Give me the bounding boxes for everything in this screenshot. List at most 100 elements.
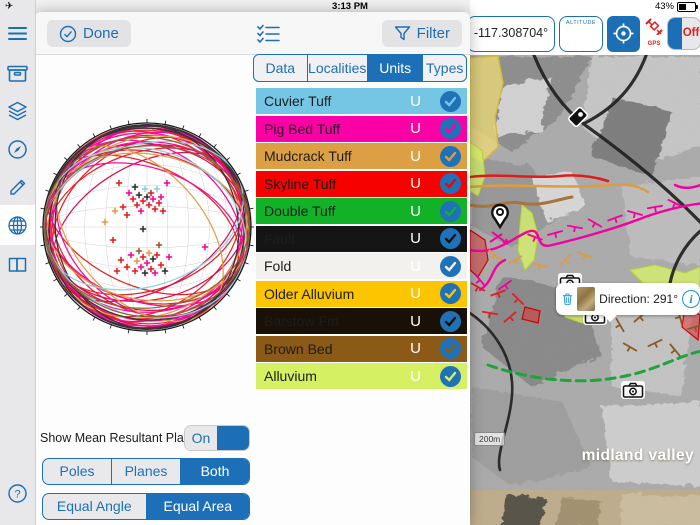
tab-data[interactable]: Data (254, 55, 308, 81)
unit-checkbox[interactable] (440, 173, 461, 194)
toggle-on-label: On (185, 426, 217, 450)
unit-label: Double Tuff (264, 203, 335, 219)
unit-type-badge: U (410, 148, 421, 165)
unit-row[interactable]: Mudcrack Tuff U (256, 143, 467, 169)
menu-icon[interactable] (6, 22, 29, 45)
panel-header: Done Filter (35, 12, 470, 55)
plot-mode-segment: PolesPlanesBoth (42, 458, 250, 485)
archive-box-icon[interactable] (6, 62, 29, 85)
unit-label: Fault (264, 231, 295, 247)
projection-equal-area[interactable]: Equal Area (147, 494, 250, 519)
funnel-icon (394, 25, 411, 42)
unit-row[interactable]: Skyline Tuff U (256, 171, 467, 197)
unit-row[interactable]: Alluvium U (256, 363, 467, 389)
globe-icon[interactable] (6, 214, 29, 237)
unit-label: Older Alluvium (264, 286, 354, 302)
scale-bar: 200m (474, 432, 505, 446)
notebook-icon[interactable] (6, 253, 29, 276)
gps-toggle-state: Off (682, 18, 700, 49)
compass-icon[interactable] (6, 138, 29, 161)
map-watermark: midland valley (582, 447, 694, 465)
help-icon[interactable]: ? (6, 482, 29, 505)
check-circle-icon (59, 25, 77, 43)
unit-row[interactable]: Pig Bed TuffU (256, 116, 467, 142)
unit-row[interactable]: Brown BedU (256, 336, 467, 362)
satellite-icon (645, 17, 664, 35)
unit-checkbox[interactable] (440, 228, 461, 249)
done-button[interactable]: Done (47, 20, 131, 47)
unit-label: Barstow Fm (264, 313, 339, 329)
longitude-readout[interactable]: -117.308704° (467, 16, 555, 52)
unit-type-badge: U (410, 203, 421, 220)
unit-label: Alluvium (264, 368, 317, 384)
plot-mode-poles[interactable]: Poles (43, 459, 112, 484)
info-icon[interactable]: i (682, 290, 700, 308)
unit-type-badge: U (410, 313, 421, 330)
unit-checkbox[interactable] (440, 366, 461, 387)
trash-icon[interactable] (562, 289, 573, 309)
app-screen: ? (0, 0, 700, 525)
unit-label: Brown Bed (264, 341, 332, 357)
center-location-button[interactable] (607, 16, 640, 52)
altitude-field[interactable]: ALTITUDE (559, 16, 603, 52)
stereonet-panel: Done Filter DataLocalitiesUnitsTypes Cuv… (35, 12, 470, 525)
unit-row[interactable]: Barstow Fm U (256, 308, 467, 334)
plot-mode-planes[interactable]: Planes (112, 459, 181, 484)
mean-plane-label: Show Mean Resultant Plane (40, 431, 198, 445)
unit-checkbox[interactable] (440, 146, 461, 167)
unit-label: Skyline Tuff (264, 176, 336, 192)
unit-row[interactable]: Fault U (256, 226, 467, 252)
gps-toggle[interactable]: Off (667, 17, 700, 50)
map-pane[interactable]: -117.308704° ALTITUDE GPS Off Direction:… (470, 0, 700, 525)
direction-label: Direction: 291° (599, 292, 678, 306)
unit-checkbox[interactable] (440, 201, 461, 222)
unit-checkbox[interactable] (440, 311, 461, 332)
filter-tabs: DataLocalitiesUnitsTypes (253, 54, 467, 82)
layers-icon[interactable] (6, 100, 29, 123)
observation-thumbnail[interactable] (577, 287, 595, 311)
unit-row[interactable]: Cuvier Tuff U (256, 88, 467, 114)
checklist-icon[interactable] (257, 23, 281, 45)
unit-type-badge: U (410, 368, 421, 385)
unit-row[interactable]: FoldU (256, 253, 467, 279)
unit-type-badge: U (410, 120, 421, 137)
tab-localities[interactable]: Localities (308, 55, 368, 81)
projection-equal-angle[interactable]: Equal Angle (43, 494, 147, 519)
unit-checkbox[interactable] (440, 256, 461, 277)
tab-units[interactable]: Units (368, 55, 423, 81)
tab-types[interactable]: Types (423, 55, 466, 81)
unit-type-badge: U (410, 258, 421, 275)
gps-status: GPS (643, 17, 665, 47)
unit-row[interactable]: Older Alluvium U (256, 281, 467, 307)
unit-type-badge: U (410, 230, 421, 247)
unit-type-badge: U (410, 93, 421, 110)
battery-percent: 43% (655, 1, 674, 12)
status-bar: ✈ 3:13 PM 43% (0, 0, 700, 14)
gps-toggle-knob (668, 18, 682, 49)
unit-list: Cuvier TuffUPig Bed TuffUMudcrack TuffUS… (256, 88, 467, 391)
unit-label: Cuvier Tuff (264, 93, 331, 109)
unit-type-badge: U (410, 175, 421, 192)
filter-button[interactable]: Filter (382, 20, 462, 47)
unit-label: Mudcrack Tuff (264, 148, 352, 164)
stereonet-plot[interactable] (40, 118, 254, 336)
unit-checkbox[interactable] (440, 283, 461, 304)
sidebar: ? (0, 0, 36, 525)
mean-plane-toggle[interactable]: On (184, 425, 250, 451)
crosshair-icon (612, 22, 635, 45)
altitude-placeholder: ALTITUDE (560, 17, 602, 26)
unit-checkbox[interactable] (440, 338, 461, 359)
camera-icon[interactable] (621, 381, 645, 399)
unit-checkbox[interactable] (440, 91, 461, 112)
svg-text:?: ? (14, 489, 20, 501)
projection-segment: Equal AngleEqual Area (42, 493, 250, 520)
unit-type-badge: U (410, 285, 421, 302)
plot-mode-both[interactable]: Both (181, 459, 249, 484)
unit-checkbox[interactable] (440, 118, 461, 139)
status-time: 3:13 PM (0, 1, 700, 12)
battery-icon (677, 2, 696, 12)
mean-plane-row: Show Mean Resultant Plane On (40, 422, 255, 454)
pencil-icon[interactable] (6, 176, 29, 199)
observation-callout[interactable]: Direction: 291° i (556, 283, 700, 315)
unit-row[interactable]: Double Tuff U (256, 198, 467, 224)
